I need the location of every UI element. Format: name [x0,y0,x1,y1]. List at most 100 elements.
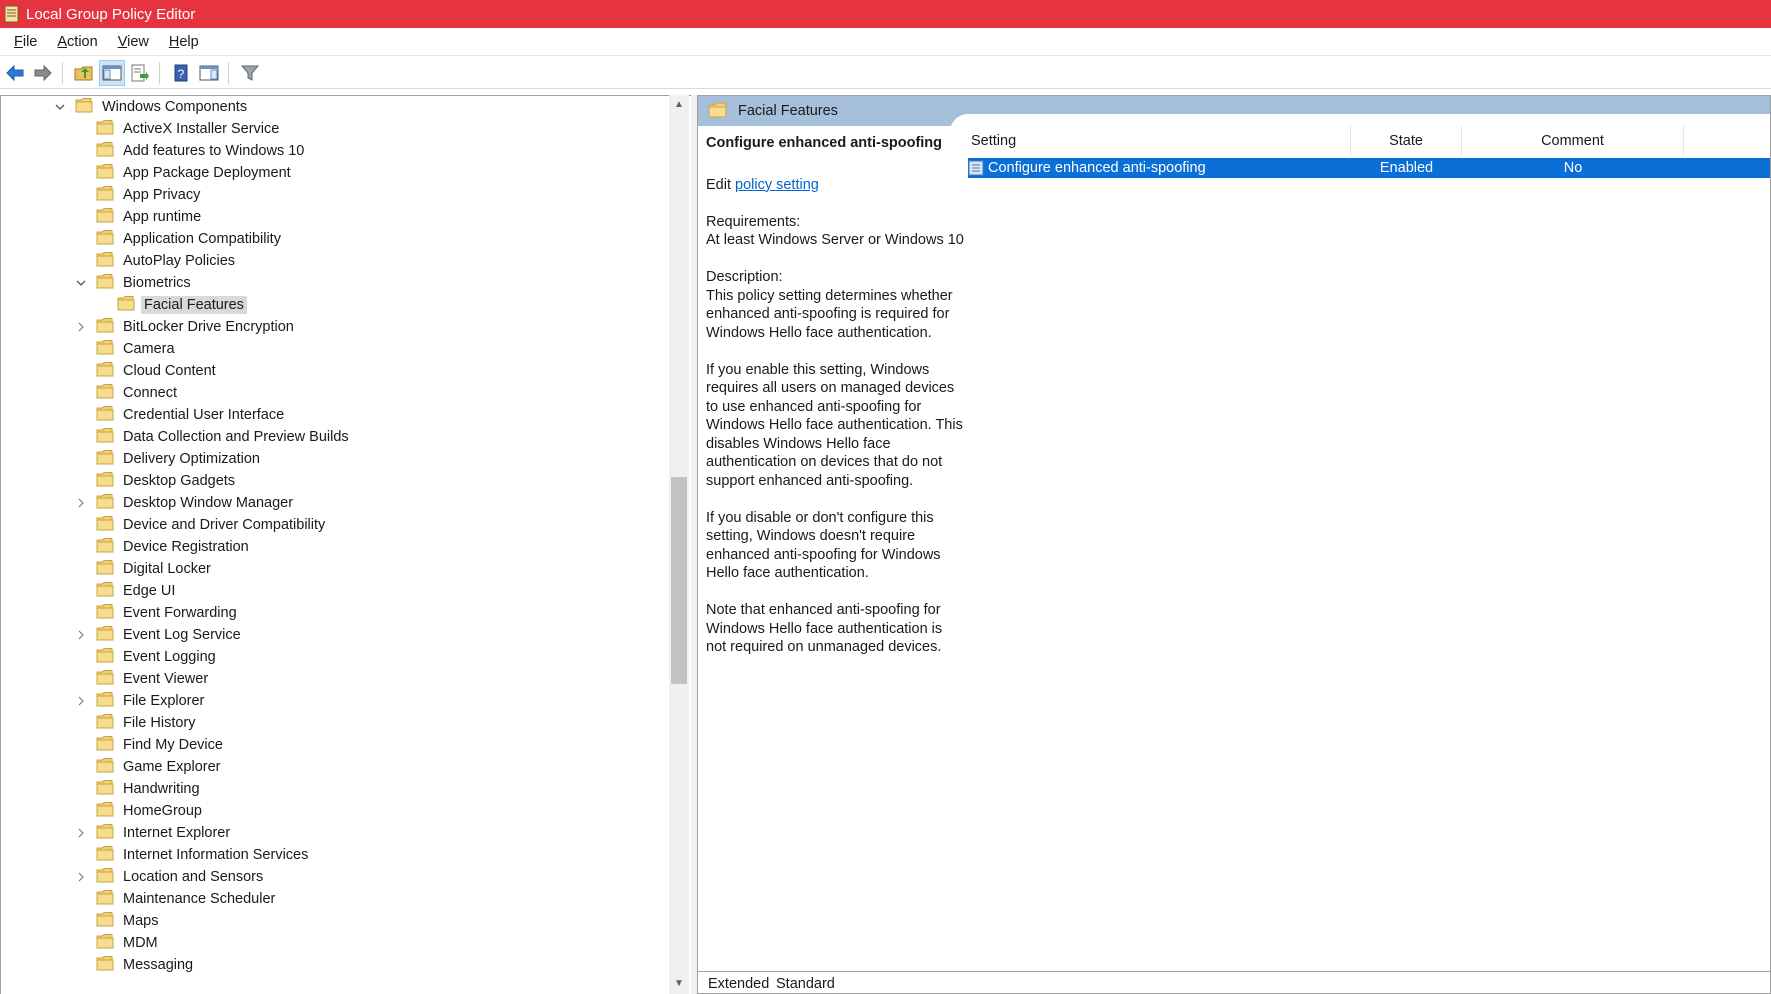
tree-item[interactable]: Internet Explorer [74,822,233,844]
chevron-down-icon[interactable] [74,276,88,290]
folder-icon [96,845,114,865]
scroll-up-arrow-icon[interactable]: ▲ [669,95,689,115]
folder-icon [96,317,114,337]
chevron-right-icon[interactable] [74,694,88,708]
tree-item[interactable]: Camera [74,338,178,360]
column-header-comment[interactable]: Comment [1462,126,1684,156]
chevron-right-icon[interactable] [74,320,88,334]
tree-item-label: Internet Information Services [123,847,309,863]
tree-item[interactable]: Device Registration [74,536,252,558]
tree-item[interactable]: Game Explorer [74,756,224,778]
chevron-right-icon[interactable] [74,826,88,840]
tab-standard[interactable]: Standard [776,976,835,992]
folder-icon [96,735,114,755]
tree-item-label: Add features to Windows 10 [123,143,305,159]
tree-item[interactable]: Data Collection and Preview Builds [74,426,352,448]
tree-item[interactable]: Cloud Content [74,360,219,382]
menu-action[interactable]: Action [55,32,99,52]
chevron-right-icon[interactable] [74,870,88,884]
tree-item[interactable]: Maintenance Scheduler [74,888,278,910]
folder-icon [96,361,114,381]
tree-item[interactable]: Find My Device [74,734,226,756]
tree-item[interactable]: BitLocker Drive Encryption [74,316,297,338]
tree-item[interactable]: HomeGroup [74,800,205,822]
scroll-down-arrow-icon[interactable]: ▼ [669,974,689,994]
menu-view[interactable]: View [116,32,151,52]
console-tree[interactable]: Windows Components ActiveX Installer Serv… [0,95,691,994]
tree-item[interactable]: Credential User Interface [74,404,287,426]
details-header-title: Facial Features [738,103,838,119]
table-row[interactable]: Configure enhanced anti-spoofing Enabled… [968,158,1770,178]
tree-item[interactable]: Event Forwarding [74,602,240,624]
tree-item[interactable]: Biometrics [74,272,194,294]
chevron-down-icon[interactable] [53,100,67,114]
folder-icon [708,102,728,121]
tree-item[interactable]: Event Logging [74,646,219,668]
filter-icon[interactable] [237,60,263,86]
tree-item[interactable]: Maps [74,910,161,932]
tree-item[interactable]: Desktop Gadgets [74,470,238,492]
tree-item-label: Maps [123,913,159,929]
tree-item[interactable]: Add features to Windows 10 [74,140,307,162]
folder-icon [96,911,114,931]
chevron-right-icon[interactable] [74,628,88,642]
tree-item[interactable]: ActiveX Installer Service [74,118,282,140]
tree-item[interactable]: Delivery Optimization [74,448,263,470]
folder-icon [117,295,135,315]
tree-item[interactable]: Internet Information Services [74,844,311,866]
tree-item[interactable]: MDM [74,932,161,954]
tree-item[interactable]: Edge UI [74,580,178,602]
tree-item[interactable]: App Package Deployment [74,162,294,184]
scrollbar-thumb[interactable] [671,477,687,684]
tree-item[interactable]: Handwriting [74,778,203,800]
tree-item[interactable]: AutoPlay Policies [74,250,238,272]
folder-icon [96,119,114,139]
folder-icon [96,405,114,425]
tree-item-label: Windows Components [102,99,248,115]
export-list-icon[interactable] [127,60,153,86]
folder-icon [96,933,114,953]
tree-item-label: Desktop Window Manager [123,495,294,511]
tree-item[interactable]: Windows Components [53,96,250,118]
tree-item[interactable]: Facial Features [95,294,247,316]
tree-item[interactable]: Application Compatibility [74,228,284,250]
tab-extended[interactable]: Extended [708,976,769,992]
folder-icon [96,185,114,205]
tree-item[interactable]: Location and Sensors [74,866,266,888]
up-folder-icon[interactable] [71,60,97,86]
tree-item[interactable]: App runtime [74,206,204,228]
tree-item[interactable]: App Privacy [74,184,203,206]
tree-item[interactable]: File History [74,712,199,734]
forward-arrow-icon[interactable] [30,60,56,86]
help-icon[interactable]: ? [168,60,194,86]
show-hide-action-pane-icon[interactable] [196,60,222,86]
tree-item-label: Maintenance Scheduler [123,891,276,907]
tree-item[interactable]: Event Viewer [74,668,211,690]
tree-item[interactable]: Device and Driver Compatibility [74,514,328,536]
policy-setting-link[interactable]: policy setting [735,177,819,193]
folder-icon [96,867,114,887]
tree-item[interactable]: Messaging [74,954,196,976]
menu-file[interactable]: File [12,32,39,52]
tree-item[interactable]: Digital Locker [74,558,214,580]
tree-item[interactable]: Event Log Service [74,624,244,646]
column-header-setting[interactable]: Setting [968,126,1351,156]
tree-scrollbar[interactable]: ▲ ▼ [669,95,689,994]
tree-item[interactable]: File Explorer [74,690,207,712]
column-header-state[interactable]: State [1351,126,1462,156]
tree-item[interactable]: Connect [74,382,180,404]
folder-icon [96,625,114,645]
tree-item-label: Messaging [123,957,194,973]
show-hide-tree-icon[interactable] [99,59,125,86]
menu-help[interactable]: Help [167,32,201,52]
tree-item[interactable]: Desktop Window Manager [74,492,296,514]
chevron-right-icon[interactable] [74,496,88,510]
back-arrow-icon[interactable] [2,60,28,86]
settings-list[interactable]: Setting State Comment Configure enhanced… [968,126,1770,956]
